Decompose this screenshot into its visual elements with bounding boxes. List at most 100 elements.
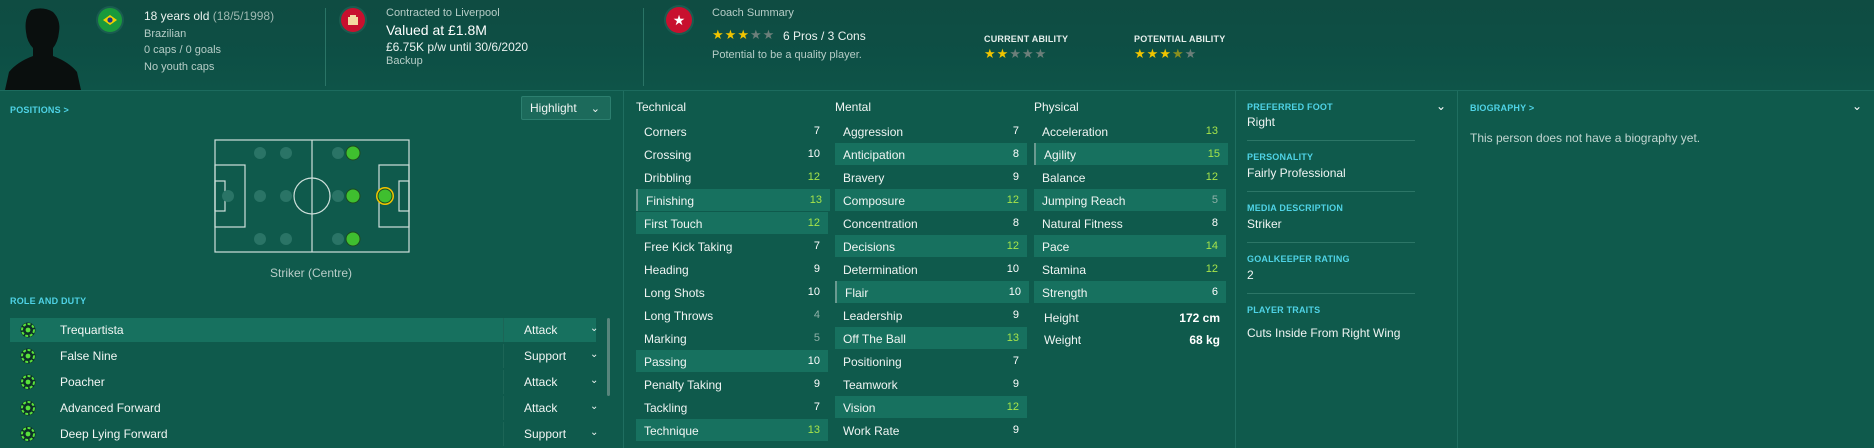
attribute-row[interactable]: Bravery 9 (835, 166, 1027, 188)
attribute-value: 9 (1012, 424, 1019, 436)
star-icon: ★ (1034, 46, 1048, 61)
attribute-row[interactable]: Jumping Reach 5 (1034, 189, 1226, 211)
attribute-value: 8 (1012, 148, 1019, 160)
attribute-row[interactable]: Balance 12 (1034, 166, 1226, 188)
role-name: Deep Lying Forward (60, 427, 168, 441)
attribute-row[interactable]: Marking 5 (636, 327, 828, 349)
attribute-row[interactable]: Determination 10 (835, 258, 1027, 280)
coach-summary-title: Coach Summary (712, 7, 794, 19)
attribute-row[interactable]: Teamwork 9 (835, 373, 1027, 395)
weight-label: Weight (1044, 333, 1082, 347)
attribute-row[interactable]: Pace 14 (1034, 235, 1226, 257)
goalkeeper-rating-value: 2 (1247, 268, 1254, 282)
star-icon: ★ (712, 27, 725, 42)
attribute-name: Composure (843, 194, 906, 208)
duty-label: Attack (524, 323, 558, 337)
biography-link[interactable]: BIOGRAPHY > (1470, 103, 1534, 113)
attribute-name: Natural Fitness (1042, 217, 1123, 231)
attribute-name: Agility (1044, 148, 1077, 162)
chevron-down-icon: ⌄ (590, 349, 599, 360)
attribute-row[interactable]: Composure 12 (835, 189, 1027, 211)
attribute-value: 12 (1006, 240, 1019, 252)
attribute-name: Stamina (1042, 263, 1087, 277)
highlight-dropdown[interactable]: Highlight ⌄ (521, 96, 611, 120)
attribute-row[interactable]: Work Rate 9 (835, 419, 1027, 441)
role-name: False Nine (60, 349, 118, 363)
attribute-row[interactable]: Flair 10 (835, 281, 1029, 303)
attribute-row[interactable]: Stamina 12 (1034, 258, 1226, 280)
biography-collapse-chevron-icon[interactable]: ⌄ (1852, 99, 1862, 113)
attribute-name: Marking (644, 332, 687, 346)
attribute-row[interactable]: Crossing 10 (636, 143, 828, 165)
coach-report-icon[interactable]: ★ (666, 7, 692, 33)
attribute-row[interactable]: Leadership 9 (835, 304, 1027, 326)
attribute-value: 12 (1205, 171, 1218, 183)
attribute-row[interactable]: Dribbling 12 (636, 166, 828, 188)
attribute-value: 7 (813, 401, 820, 413)
attribute-name: Heading (644, 263, 689, 277)
attribute-name: Aggression (843, 125, 904, 139)
duty-label: Attack (524, 375, 558, 389)
player-header: 18 years old (18/5/1998) Brazilian 0 cap… (0, 0, 1874, 91)
date-of-birth: (18/5/1998) (212, 9, 275, 23)
duty-label: Support (524, 427, 567, 441)
attribute-row[interactable]: Tackling 7 (636, 396, 828, 418)
attribute-value: 13 (807, 424, 820, 436)
star-icon: ★ (724, 27, 738, 42)
attribute-row[interactable]: Vision 12 (835, 396, 1027, 418)
attribute-value: 7 (1012, 355, 1019, 367)
attribute-value: 7 (813, 240, 820, 252)
attribute-value: 13 (1205, 125, 1218, 137)
role-list-scrollbar[interactable] (607, 318, 610, 396)
positions-link[interactable]: POSITIONS > (10, 105, 69, 115)
attribute-row[interactable]: Penalty Taking 9 (636, 373, 828, 395)
chevron-down-icon: ⌄ (590, 323, 599, 334)
physical-header: Physical (1034, 100, 1079, 114)
attribute-value: 13 (809, 194, 822, 206)
attribute-row[interactable]: Finishing 13 (636, 189, 830, 211)
attribute-row[interactable]: Free Kick Taking 7 (636, 235, 828, 257)
role-suitability-icon (20, 426, 36, 442)
role-row[interactable]: False Nine Support ⌄ (10, 344, 599, 368)
role-row[interactable]: Advanced Forward Attack ⌄ (10, 396, 598, 420)
wage: £6.75K p/w until 30/6/2020 (386, 40, 529, 54)
age-text: 18 years old (144, 9, 210, 23)
attribute-row[interactable]: Long Shots 10 (636, 281, 828, 303)
attribute-row[interactable]: Concentration 8 (835, 212, 1027, 234)
attribute-row[interactable]: Natural Fitness 8 (1034, 212, 1226, 234)
attribute-row[interactable]: Corners 7 (636, 120, 828, 142)
attribute-name: Crossing (644, 148, 692, 162)
chevron-down-icon: ⌄ (590, 103, 600, 115)
attribute-value: 9 (813, 263, 820, 275)
attribute-row[interactable]: First Touch 12 (636, 212, 828, 234)
preferred-foot-label: PREFERRED FOOT (1247, 102, 1333, 112)
chevron-down-icon: ⌄ (590, 375, 599, 386)
role-row[interactable]: Trequartista Attack ⌄ (10, 318, 599, 342)
attribute-name: Work Rate (843, 424, 900, 438)
attribute-row[interactable]: Acceleration 13 (1034, 120, 1226, 142)
nationality: Brazilian (144, 28, 187, 40)
goalkeeper-rating-label: GOALKEEPER RATING (1247, 254, 1350, 264)
attribute-name: Jumping Reach (1042, 194, 1126, 208)
attribute-row[interactable]: Aggression 7 (835, 120, 1027, 142)
pros-cons[interactable]: 6 Pros / 3 Cons (783, 29, 866, 43)
attribute-row[interactable]: Passing 10 (636, 350, 828, 372)
attribute-row[interactable]: Long Throws 4 (636, 304, 828, 326)
attribute-row[interactable]: Off The Ball 13 (835, 327, 1027, 349)
attribute-row[interactable]: Strength 6 (1034, 281, 1226, 303)
contract-club: Contracted to Liverpool (386, 7, 500, 19)
attribute-name: Bravery (843, 171, 885, 185)
attribute-row[interactable]: Decisions 12 (835, 235, 1027, 257)
attribute-name: Concentration (843, 217, 918, 231)
attribute-row[interactable]: Technique 13 (636, 419, 828, 441)
role-row[interactable]: Deep Lying Forward Support ⌄ (10, 422, 598, 446)
attribute-row[interactable]: Heading 9 (636, 258, 828, 280)
attribute-row[interactable]: Positioning 7 (835, 350, 1027, 372)
role-suitability-icon (20, 374, 36, 390)
player-silhouette (5, 8, 81, 90)
role-row[interactable]: Poacher Attack ⌄ (10, 370, 599, 394)
attribute-row[interactable]: Agility 15 (1034, 143, 1228, 165)
attribute-row[interactable]: Anticipation 8 (835, 143, 1027, 165)
coach-rating-stars: ★★★★★ (712, 27, 775, 43)
info-collapse-chevron-icon[interactable]: ⌄ (1436, 99, 1446, 113)
